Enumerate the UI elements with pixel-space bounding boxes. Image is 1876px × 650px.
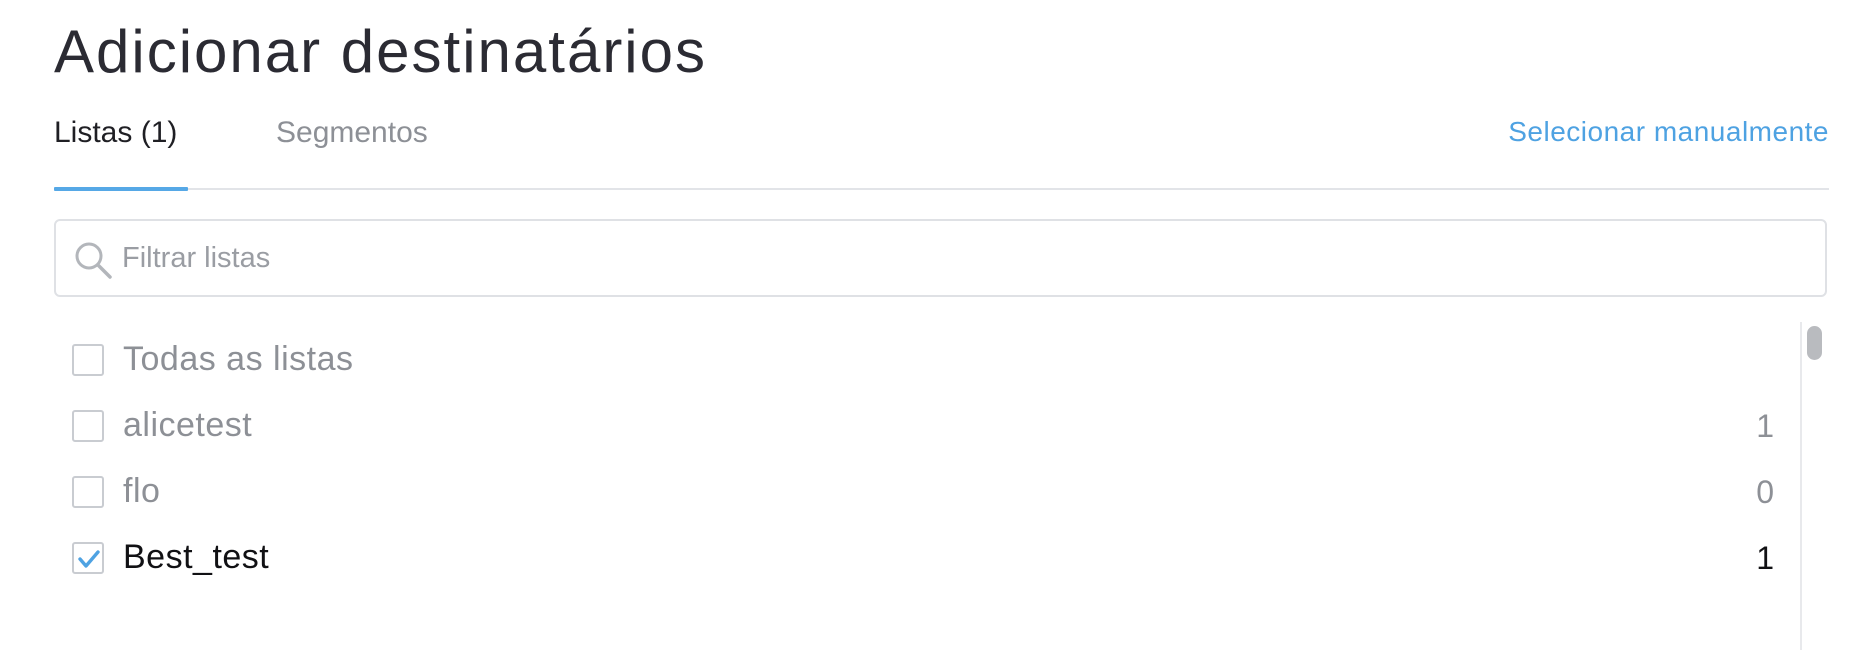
page-title: Adicionar destinatários [54, 18, 708, 85]
list-checkbox-checked[interactable] [72, 542, 104, 574]
add-recipients-page: Adicionar destinatários Listas (1) Segme… [0, 0, 1876, 650]
filter-lists-input[interactable] [122, 231, 1802, 285]
tab-bar: Listas (1) Segmentos Selecionar manualme… [54, 108, 1829, 191]
list-item-label: flo [123, 472, 161, 510]
list-item-count: 1 [1756, 408, 1774, 444]
select-manually-link[interactable]: Selecionar manualmente [1508, 111, 1829, 153]
list-item-label: Todas as listas [123, 340, 354, 378]
select-all-checkbox[interactable] [72, 344, 104, 376]
list-scrollbar[interactable] [1800, 322, 1829, 650]
list-item-all[interactable]: Todas as listas [54, 330, 1774, 390]
list-scrollbar-thumb[interactable] [1807, 326, 1822, 360]
list-item-label: alicetest [123, 406, 253, 444]
list-checkbox[interactable] [72, 410, 104, 442]
checkmark-icon [78, 550, 100, 568]
tab-lists-label: Listas (1) [54, 116, 178, 149]
list-item-count: 1 [1756, 540, 1774, 576]
lists-container: Todas as listas alicetest 1 flo 0 Best_t… [54, 322, 1829, 650]
search-icon [72, 239, 114, 281]
active-tab-indicator [54, 187, 188, 191]
tab-segments[interactable]: Segmentos [276, 112, 428, 154]
filter-lists-search [54, 219, 1827, 297]
tab-segments-label: Segmentos [276, 116, 428, 149]
list-item-count: 0 [1756, 474, 1774, 510]
list-item[interactable]: Best_test 1 [54, 528, 1774, 588]
tab-lists[interactable]: Listas (1) [54, 112, 177, 154]
list-item[interactable]: alicetest 1 [54, 396, 1774, 456]
list-item-label: Best_test [123, 538, 270, 576]
list-checkbox[interactable] [72, 476, 104, 508]
list-item[interactable]: flo 0 [54, 462, 1774, 522]
